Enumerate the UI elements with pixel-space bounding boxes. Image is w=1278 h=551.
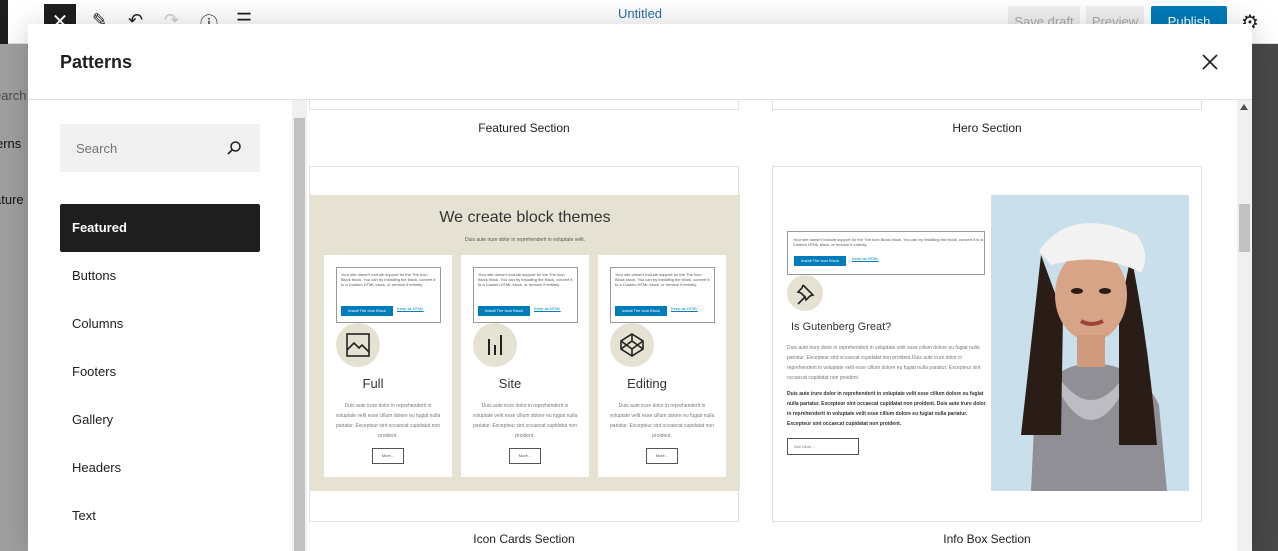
patterns-grid: Featured Section Hero Section We create … [307, 100, 1237, 551]
category-list: Featured Buttons Columns Footers Gallery… [60, 204, 260, 540]
document-title[interactable]: Untitled [600, 6, 680, 21]
icon-card: Your site doesn't include support for th… [598, 255, 726, 477]
image-icon [336, 323, 380, 367]
pattern-label: Info Box Section [943, 532, 1031, 546]
pattern-label: Featured Section [478, 121, 570, 135]
keep-html-link: Keep as HTML [397, 306, 424, 311]
close-icon[interactable] [1196, 48, 1224, 76]
notice-text: Your site doesn't include support for th… [478, 272, 573, 287]
card-text: Duis aute irure dolor in reprehenderit i… [335, 403, 441, 439]
pin-icon [787, 275, 823, 311]
keep-html-link: Keep as HTML [671, 306, 698, 311]
block-notice: Your site doesn't include support for th… [610, 267, 715, 323]
category-gallery[interactable]: Gallery [60, 396, 260, 444]
search-icon[interactable] [226, 140, 242, 156]
keep-html-link: Keep as HTML [852, 256, 879, 261]
modal-header: Patterns [28, 24, 1252, 100]
icon-cards-preview: We create block themes Duis aute irure d… [310, 195, 740, 491]
search-field[interactable] [60, 124, 260, 172]
category-headers[interactable]: Headers [60, 444, 260, 492]
card-text: Duis aute irure dolor in reprehenderit i… [472, 403, 578, 439]
block-notice: Your site doesn't include support for th… [787, 231, 985, 275]
sidebar-scrollbar[interactable] [292, 100, 307, 551]
icon-card: Your site doesn't include support for th… [324, 255, 452, 477]
category-buttons[interactable]: Buttons [60, 252, 260, 300]
scroll-up-arrow-icon[interactable] [1240, 104, 1248, 110]
install-block-button: Install The Icon Block [341, 306, 393, 316]
more-button: More... [372, 448, 404, 464]
search-input[interactable] [60, 124, 210, 172]
more-button: More... [646, 448, 678, 464]
notice-text: Your site doesn't include support for th… [793, 237, 983, 247]
pattern-label: Icon Cards Section [473, 532, 575, 546]
pattern-preview-hero-section[interactable] [772, 100, 1202, 110]
install-block-button: Install The Icon Block [478, 306, 530, 316]
keep-html-link: Keep as HTML [534, 306, 561, 311]
card-title: Editing [627, 376, 667, 391]
preview-paragraph-bold: Duis aute irure dolor in reprehenderit i… [787, 391, 986, 427]
card-text: Duis aute irure dolor in reprehenderit i… [609, 403, 715, 439]
content-scrollbar[interactable] [1237, 100, 1252, 551]
wordpress-logo-icon[interactable] [0, 0, 8, 44]
block-notice: Your site doesn't include support for th… [473, 267, 578, 323]
category-featured[interactable]: Featured [60, 204, 260, 252]
woman-portrait-image [991, 195, 1189, 491]
pattern-preview-info-box[interactable]: Your site doesn't include support for th… [772, 166, 1202, 522]
category-footers[interactable]: Footers [60, 348, 260, 396]
preview-heading: We create block themes [439, 209, 611, 226]
scrollbar-thumb[interactable] [1239, 204, 1250, 252]
pattern-preview-icon-cards[interactable]: We create block themes Duis aute irure d… [309, 166, 740, 522]
pattern-label: Hero Section [952, 121, 1022, 135]
notice-text: Your site doesn't include support for th… [615, 272, 710, 287]
category-columns[interactable]: Columns [60, 300, 260, 348]
notice-text: Your site doesn't include support for th… [341, 272, 436, 287]
preview-heading: Is Gutenberg Great? [791, 321, 892, 333]
category-text[interactable]: Text [60, 492, 260, 540]
patterns-modal: Patterns Featured Buttons Columns Footer… [28, 24, 1252, 551]
pattern-categories-sidebar: Featured Buttons Columns Footers Gallery… [28, 100, 292, 551]
icon-card: Your site doesn't include support for th… [461, 255, 589, 477]
card-title: Full [362, 376, 384, 391]
block-notice: Your site doesn't include support for th… [336, 267, 441, 323]
install-block-button: Install The Icon Block [794, 256, 846, 266]
see-more-button: See More... [787, 438, 859, 455]
card-title: Site [498, 376, 522, 391]
codepen-icon [610, 323, 654, 367]
modal-title: Patterns [60, 52, 133, 72]
preview-paragraph: Duis aute irure dolor in reprehenderit i… [787, 345, 981, 381]
install-block-button: Install The Icon Block [615, 306, 667, 316]
preview-subheading: Duis aute irure dolor in reprehenderit i… [464, 237, 586, 243]
chart-bars-icon [473, 323, 517, 367]
scrollbar-thumb[interactable] [294, 118, 305, 551]
pattern-preview-featured-section[interactable] [309, 100, 739, 110]
more-button: More... [509, 448, 541, 464]
